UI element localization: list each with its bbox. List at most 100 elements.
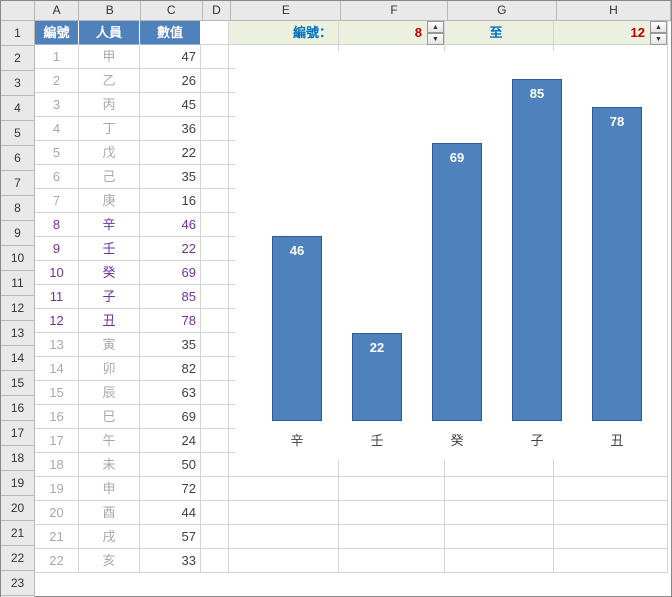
cell-id[interactable]: 1: [35, 45, 79, 69]
cell-value[interactable]: 33: [140, 549, 201, 573]
row-header-17[interactable]: 17: [1, 421, 34, 446]
cell-name[interactable]: 亥: [79, 549, 140, 573]
cell-name[interactable]: 寅: [79, 333, 140, 357]
col-header-G[interactable]: G: [448, 1, 557, 20]
spinner-down-icon[interactable]: ▼: [650, 33, 667, 45]
empty-cell[interactable]: [201, 309, 229, 333]
cell-id[interactable]: 16: [35, 405, 79, 429]
row-header-10[interactable]: 10: [1, 246, 34, 271]
empty-cell[interactable]: [229, 501, 339, 525]
cell-name[interactable]: 癸: [79, 261, 140, 285]
cell-name[interactable]: 戊: [79, 141, 140, 165]
cell-id[interactable]: 21: [35, 525, 79, 549]
cell-name[interactable]: 甲: [79, 45, 140, 69]
row-header-22[interactable]: 22: [1, 546, 34, 571]
cell-id[interactable]: 4: [35, 117, 79, 141]
cell-value[interactable]: 36: [140, 117, 201, 141]
cell-id[interactable]: 22: [35, 549, 79, 573]
empty-cell[interactable]: [201, 357, 229, 381]
cell-name[interactable]: 酉: [79, 501, 140, 525]
spinner-up-icon[interactable]: ▲: [427, 21, 444, 33]
cell-name[interactable]: 丑: [79, 309, 140, 333]
empty-cell[interactable]: [229, 477, 339, 501]
cell-id[interactable]: 14: [35, 357, 79, 381]
col-header-D[interactable]: D: [203, 1, 232, 20]
empty-cell[interactable]: [201, 429, 229, 453]
chart-bar[interactable]: 69: [432, 143, 482, 421]
cell-id[interactable]: 10: [35, 261, 79, 285]
empty-cell[interactable]: [201, 141, 229, 165]
empty-cell[interactable]: [554, 501, 668, 525]
empty-cell[interactable]: [339, 549, 445, 573]
empty-cell[interactable]: [201, 453, 229, 477]
cell-value[interactable]: 47: [140, 45, 201, 69]
empty-cell[interactable]: [229, 525, 339, 549]
cell-id[interactable]: 9: [35, 237, 79, 261]
cell-value[interactable]: 35: [140, 333, 201, 357]
cell-value[interactable]: 72: [140, 477, 201, 501]
row-header-19[interactable]: 19: [1, 471, 34, 496]
cell-value[interactable]: 22: [140, 237, 201, 261]
empty-cell[interactable]: [201, 381, 229, 405]
col-header-H[interactable]: H: [557, 1, 671, 20]
cell-value[interactable]: 24: [140, 429, 201, 453]
cell-id[interactable]: 3: [35, 93, 79, 117]
cell-name[interactable]: 卯: [79, 357, 140, 381]
cell-name[interactable]: 巳: [79, 405, 140, 429]
empty-cell[interactable]: [201, 405, 229, 429]
empty-cell[interactable]: [201, 285, 229, 309]
row-header-12[interactable]: 12: [1, 296, 34, 321]
empty-cell[interactable]: [445, 501, 554, 525]
empty-cell[interactable]: [201, 69, 229, 93]
cell-id[interactable]: 5: [35, 141, 79, 165]
row-header-15[interactable]: 15: [1, 371, 34, 396]
cell-value[interactable]: 85: [140, 285, 201, 309]
cell-value[interactable]: 78: [140, 309, 201, 333]
cell-name[interactable]: 庚: [79, 189, 140, 213]
row-header-9[interactable]: 9: [1, 221, 34, 246]
empty-cell[interactable]: [339, 477, 445, 501]
col-header-F[interactable]: F: [341, 1, 447, 20]
cell-value[interactable]: 69: [140, 261, 201, 285]
cell-id[interactable]: 6: [35, 165, 79, 189]
row-header-1[interactable]: 1: [1, 21, 34, 46]
cell-value[interactable]: 63: [140, 381, 201, 405]
cell-id[interactable]: 11: [35, 285, 79, 309]
row-header-21[interactable]: 21: [1, 521, 34, 546]
cell-id[interactable]: 8: [35, 213, 79, 237]
cell-id[interactable]: 15: [35, 381, 79, 405]
empty-cell[interactable]: [445, 477, 554, 501]
cell-value[interactable]: 44: [140, 501, 201, 525]
cell-id[interactable]: 19: [35, 477, 79, 501]
cell-name[interactable]: 丙: [79, 93, 140, 117]
cell-value[interactable]: 26: [140, 69, 201, 93]
range-from-spinner[interactable]: ▲▼: [427, 21, 444, 45]
empty-cell[interactable]: [201, 165, 229, 189]
cell-name[interactable]: 辰: [79, 381, 140, 405]
empty-cell[interactable]: [554, 477, 668, 501]
col-header-C[interactable]: C: [141, 1, 203, 20]
chart-bar[interactable]: 85: [512, 79, 562, 421]
cell-value[interactable]: 22: [140, 141, 201, 165]
chart-bar[interactable]: 46: [272, 236, 322, 421]
row-header-3[interactable]: 3: [1, 71, 34, 96]
empty-cell[interactable]: [201, 93, 229, 117]
cell-value[interactable]: 69: [140, 405, 201, 429]
cell-name[interactable]: 丁: [79, 117, 140, 141]
cell-name[interactable]: 乙: [79, 69, 140, 93]
cell-name[interactable]: 戌: [79, 525, 140, 549]
empty-cell[interactable]: [445, 525, 554, 549]
cell-value[interactable]: 45: [140, 93, 201, 117]
select-all-corner[interactable]: [1, 1, 35, 20]
range-from-value[interactable]: 8▲▼: [339, 21, 445, 45]
row-header-23[interactable]: 23: [1, 571, 34, 596]
cell-name[interactable]: 未: [79, 453, 140, 477]
cell-name[interactable]: 辛: [79, 213, 140, 237]
chart-bar[interactable]: 22: [352, 333, 402, 421]
table-header-C[interactable]: 數值: [140, 21, 201, 45]
range-to-value[interactable]: 12▲▼: [554, 21, 668, 45]
empty-cell[interactable]: [201, 333, 229, 357]
empty-cell[interactable]: [201, 117, 229, 141]
row-header-18[interactable]: 18: [1, 446, 34, 471]
empty-cell[interactable]: [201, 525, 229, 549]
